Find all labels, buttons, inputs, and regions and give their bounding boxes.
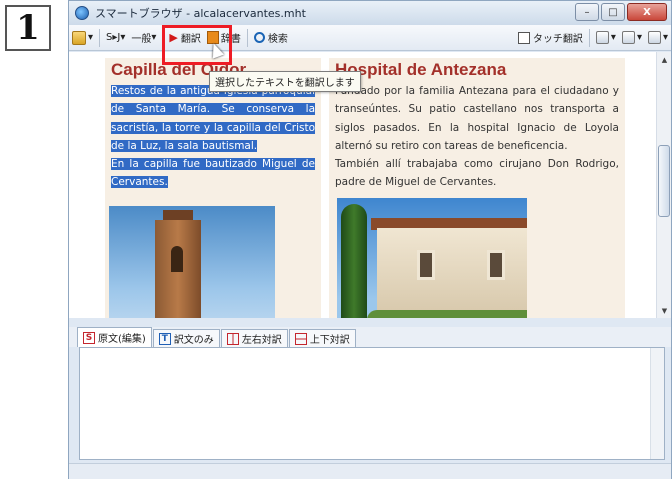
toolbar: ▾ S▸J▾ 一般 ▾ ▶ 翻訳 辞書 検索 タッチ翻訳 ▾ ▾ ▾	[69, 25, 671, 51]
translation-t-icon: T	[158, 332, 171, 345]
touch-translate-button[interactable]: タッチ翻訳	[515, 27, 586, 49]
minimize-button[interactable]: –	[575, 3, 599, 21]
hospital-building-photo	[337, 198, 527, 318]
step-number-badge: 1	[5, 5, 51, 51]
open-menu-button[interactable]: ▾	[69, 27, 96, 49]
greenery	[367, 310, 527, 318]
maximize-button[interactable]: □	[601, 3, 625, 21]
tab-top-bottom-label: 上下対訳	[309, 335, 350, 346]
play-icon: ▶	[169, 30, 178, 44]
tab-source-edit[interactable]: S 原文(編集)	[77, 327, 152, 347]
window-controls: – □ X	[575, 3, 667, 21]
capilla-text[interactable]: Restos de la antigua iglesia parroquial …	[105, 82, 321, 192]
toolbar-separator	[162, 28, 164, 47]
hospital-paragraph-1: Fundado por la familia Antezana para el …	[335, 85, 619, 152]
smart-browser-window: スマートブラウザ - alcalacervantes.mht – □ X ▾ S…	[68, 0, 672, 479]
article-capilla: Capilla del Oidor Restos de la antigua i…	[105, 58, 321, 318]
pointer-icon	[517, 31, 530, 44]
tab-source-edit-label: 原文(編集)	[98, 334, 146, 345]
language-direction-button[interactable]: S▸J▾	[103, 27, 128, 49]
translate-label: 翻訳	[180, 34, 201, 45]
selected-paragraph-1[interactable]: Restos de la antigua iglesia parroquial …	[111, 85, 315, 152]
window-title: スマートブラウザ - alcalacervantes.mht	[95, 7, 306, 20]
scroll-thumb[interactable]	[658, 145, 670, 217]
search-button[interactable]: 検索	[251, 27, 291, 49]
language-direction-label: S▸J▾	[106, 32, 126, 43]
translate-tooltip: 選択したテキストを翻訳します	[209, 71, 361, 92]
app-globe-icon	[75, 6, 89, 20]
touch-translate-label: タッチ翻訳	[532, 34, 583, 45]
toolbar-separator	[588, 28, 590, 47]
vertical-scrollbar[interactable]: ▲ ▼	[656, 52, 671, 318]
split-vertical-icon	[226, 332, 239, 345]
translate-button[interactable]: ▶ 翻訳	[166, 27, 203, 49]
settings-icon	[595, 31, 609, 44]
source-s-icon: S	[83, 331, 95, 344]
editor-scrollbar[interactable]	[650, 348, 664, 459]
hospital-paragraph-2: También allí trabajaba como cirujano Don…	[335, 158, 619, 189]
tab-side-by-side[interactable]: 左右対訳	[220, 329, 288, 347]
selected-paragraph-2[interactable]: En la capilla fue bautizado Miguel de Ce…	[111, 158, 315, 189]
tab-translation-only[interactable]: T 訳文のみ	[152, 329, 220, 347]
status-bar	[69, 463, 671, 479]
church-tower-photo	[109, 206, 275, 318]
search-label: 検索	[267, 34, 288, 45]
cypress-tree	[341, 204, 367, 318]
print-menu-button[interactable]: ▾	[619, 27, 645, 49]
toolbar-separator	[99, 28, 101, 47]
tab-side-by-side-label: 左右対訳	[241, 335, 282, 346]
hospital-text: Fundado por la familia Antezana para el …	[329, 82, 625, 192]
source-text-editor[interactable]	[79, 347, 665, 460]
browser-content: Capilla del Oidor Restos de la antigua i…	[69, 52, 671, 318]
settings-menu-button[interactable]: ▾	[593, 27, 619, 49]
close-button[interactable]: X	[627, 3, 667, 21]
folder-icon	[72, 30, 86, 45]
field-selector-label: 一般	[131, 34, 152, 45]
view-tabs: S 原文(編集) T 訳文のみ 左右対訳 上下対訳	[69, 327, 671, 347]
help-menu-button[interactable]: ▾	[645, 27, 671, 49]
tower-window	[171, 246, 183, 272]
title-bar: スマートブラウザ - alcalacervantes.mht – □ X	[69, 1, 671, 25]
split-horizontal-icon	[294, 332, 307, 345]
dictionary-label: 辞書	[220, 34, 241, 45]
search-icon	[253, 32, 265, 43]
help-icon	[647, 31, 661, 44]
scroll-down-icon[interactable]: ▼	[657, 303, 672, 318]
toolbar-separator	[246, 28, 248, 47]
building-window	[417, 250, 435, 280]
article-hospital: Hospital de Antezana Fundado por la fami…	[329, 58, 625, 318]
tab-top-bottom[interactable]: 上下対訳	[288, 329, 356, 347]
building-window	[487, 250, 505, 280]
tab-translation-only-label: 訳文のみ	[173, 335, 214, 346]
scroll-up-icon[interactable]: ▲	[657, 52, 672, 67]
print-icon	[621, 31, 635, 44]
field-selector-button[interactable]: 一般 ▾	[128, 27, 159, 49]
hospital-heading: Hospital de Antezana	[335, 60, 507, 79]
